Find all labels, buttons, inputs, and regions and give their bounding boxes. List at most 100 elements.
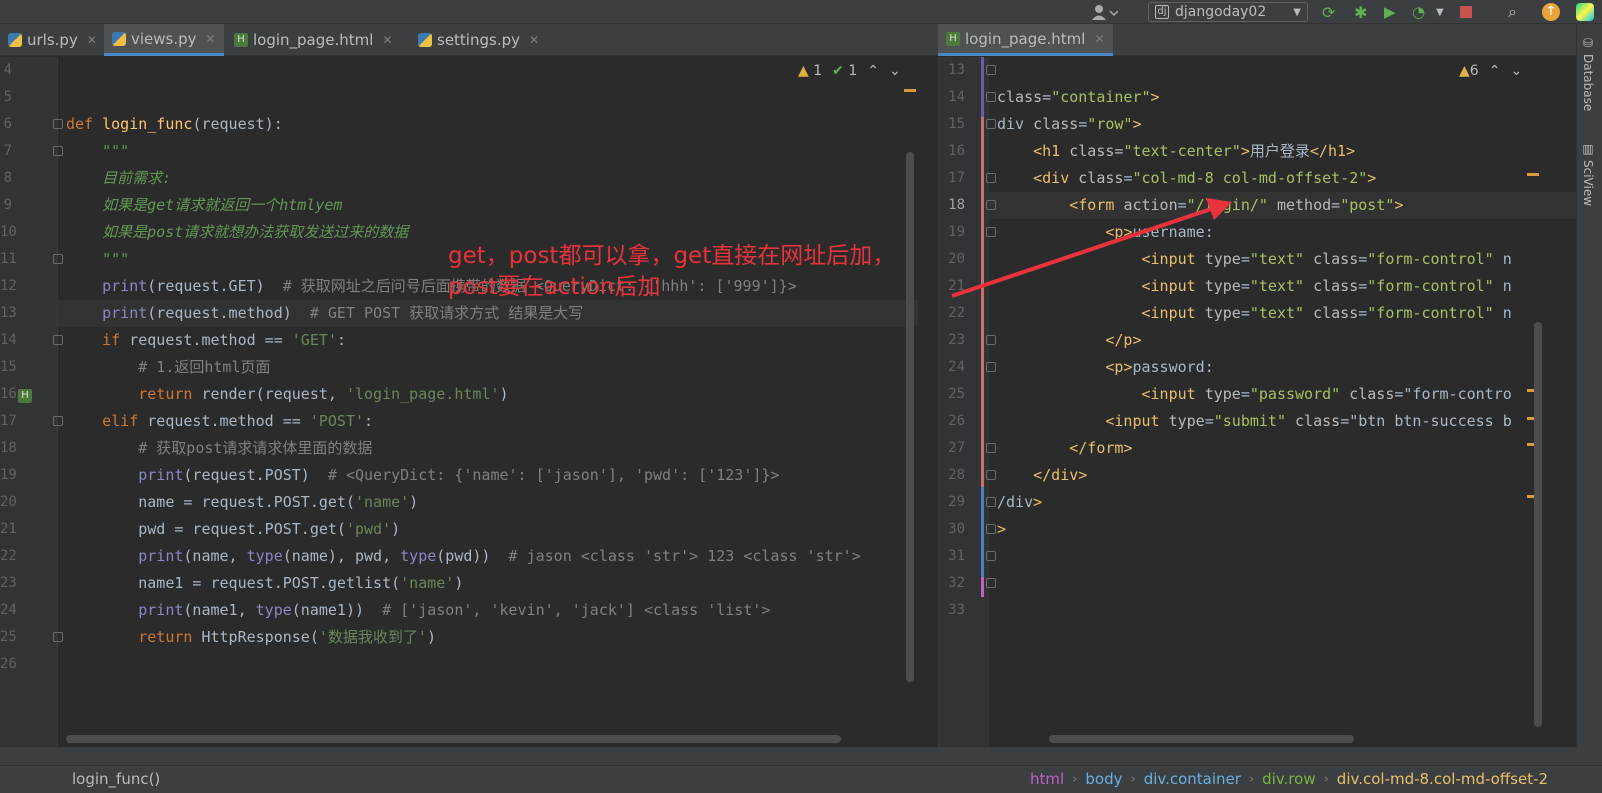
code-line[interactable]: name = request.POST.get('name') bbox=[66, 489, 418, 516]
inspection-widget[interactable]: ▲ 1 ✔ 1 ⌃ ⌄ bbox=[798, 63, 901, 79]
fold-marker[interactable] bbox=[986, 227, 996, 237]
fold-marker[interactable] bbox=[986, 443, 996, 453]
fold-marker[interactable] bbox=[53, 335, 63, 345]
fold-marker[interactable] bbox=[986, 497, 996, 507]
fold-marker[interactable] bbox=[986, 200, 996, 210]
code-line[interactable]: return render(request, 'login_page.html'… bbox=[66, 381, 508, 408]
code-line[interactable]: <input type="password" class="form-contr… bbox=[997, 381, 1512, 408]
function-breadcrumb[interactable]: login_func() bbox=[72, 770, 160, 788]
fold-marker[interactable] bbox=[986, 119, 996, 129]
code-line[interactable]: print(name1, type(name1)) # ['jason', 'k… bbox=[66, 597, 770, 624]
code-line[interactable]: /div> bbox=[997, 489, 1042, 516]
close-icon[interactable]: ✕ bbox=[382, 33, 392, 47]
code-line[interactable]: <input type="text" class="form-control" … bbox=[997, 273, 1512, 300]
fold-marker[interactable] bbox=[986, 362, 996, 372]
code-line[interactable]: <h1 class="text-center">用户登录</h1> bbox=[997, 138, 1355, 165]
run-config-selector[interactable]: dj djangoday02 ▼ bbox=[1148, 2, 1308, 22]
line-number: 16 bbox=[948, 143, 965, 159]
code-line[interactable]: print(name, type(name), pwd, type(pwd)) … bbox=[66, 543, 860, 570]
fold-marker[interactable] bbox=[986, 173, 996, 183]
chevron-up-icon[interactable]: ⌃ bbox=[867, 63, 879, 79]
fold-marker[interactable] bbox=[986, 524, 996, 534]
tab-login-page-html-right[interactable]: H login_page.html ✕ bbox=[938, 24, 1113, 56]
code-line[interactable]: print(request.POST) # <QueryDict: {'name… bbox=[66, 462, 779, 489]
code-line[interactable]: """ bbox=[66, 246, 129, 273]
code-line[interactable]: return HttpResponse('数据我收到了') bbox=[66, 624, 436, 651]
chevron-down-icon[interactable]: ⌄ bbox=[889, 63, 901, 79]
warning-stripe[interactable] bbox=[1527, 173, 1539, 176]
vertical-scrollbar[interactable] bbox=[906, 152, 914, 682]
fold-marker[interactable] bbox=[53, 416, 63, 426]
fold-marker[interactable] bbox=[986, 578, 996, 588]
code-line[interactable]: name1 = request.POST.getlist('name') bbox=[66, 570, 463, 597]
inspection-widget[interactable]: ▲6 ⌃ ⌄ bbox=[1459, 63, 1522, 79]
tab-urls-py[interactable]: urls.py ✕ bbox=[0, 24, 105, 56]
breadcrumb-item[interactable]: div.container bbox=[1144, 770, 1241, 788]
horizontal-scrollbar[interactable] bbox=[1049, 735, 1354, 743]
rerun-icon[interactable]: ⟳ bbox=[1322, 2, 1335, 22]
code-line[interactable]: 如果是get请求就返回一个htmlyem bbox=[66, 192, 342, 219]
profile-icon[interactable]: ◔ bbox=[1412, 2, 1425, 22]
code-line[interactable]: def login_func(request): bbox=[66, 111, 283, 138]
code-line[interactable]: # 获取post请求请求体里面的数据 bbox=[66, 435, 372, 462]
breadcrumb-item[interactable]: html bbox=[1030, 770, 1064, 788]
warning-stripe[interactable] bbox=[904, 89, 916, 92]
close-icon[interactable]: ✕ bbox=[529, 33, 539, 47]
code-line[interactable]: elif request.method == 'POST': bbox=[66, 408, 373, 435]
html-editor[interactable]: 13 14 class="container"> 15 div class="row">… bbox=[938, 57, 1576, 747]
code-line[interactable]: if request.method == 'GET': bbox=[66, 327, 346, 354]
user-icon[interactable] bbox=[1090, 2, 1118, 22]
sciview-tool-tab[interactable]: ▥ SciView bbox=[1581, 142, 1595, 206]
chevron-down-icon[interactable]: ⌄ bbox=[1510, 63, 1522, 79]
code-line[interactable]: class="container"> bbox=[997, 84, 1160, 111]
fold-marker[interactable] bbox=[53, 254, 63, 264]
code-line[interactable]: <input type="text" class="form-control" … bbox=[997, 300, 1512, 327]
code-line[interactable]: <input type="text" class="form-control" … bbox=[997, 246, 1512, 273]
fold-marker[interactable] bbox=[986, 551, 996, 561]
breadcrumb-item[interactable]: div.row bbox=[1262, 770, 1315, 788]
code-line[interactable]: <input type="submit" class="btn btn-succ… bbox=[997, 408, 1511, 435]
update-icon[interactable]: ↑ bbox=[1542, 2, 1560, 22]
tab-settings-py[interactable]: settings.py ✕ bbox=[410, 24, 547, 56]
more-run-chevron-icon[interactable]: ▼ bbox=[1436, 2, 1444, 22]
close-icon[interactable]: ✕ bbox=[87, 33, 97, 47]
tab-login-page-html[interactable]: H login_page.html ✕ bbox=[226, 24, 401, 56]
fold-marker[interactable] bbox=[986, 470, 996, 480]
fold-marker[interactable] bbox=[986, 335, 996, 345]
fold-marker[interactable] bbox=[53, 119, 63, 129]
code-line[interactable]: <div class="col-md-8 col-md-offset-2"> bbox=[997, 165, 1376, 192]
code-line[interactable]: > bbox=[997, 516, 1006, 543]
code-line[interactable]: pwd = request.POST.get('pwd') bbox=[66, 516, 400, 543]
database-tool-tab[interactable]: ⛁ Database bbox=[1581, 36, 1595, 111]
fold-marker[interactable] bbox=[53, 632, 63, 642]
code-line[interactable]: # 1.返回html页面 bbox=[66, 354, 270, 381]
code-line[interactable]: </div> bbox=[997, 462, 1087, 489]
debug-icon[interactable]: ✱ bbox=[1354, 2, 1367, 22]
search-icon[interactable]: ⌕ bbox=[1508, 2, 1517, 22]
code-line[interactable]: </p> bbox=[997, 327, 1141, 354]
html-file-run-icon[interactable]: H bbox=[18, 383, 32, 403]
coverage-icon[interactable]: ▶ bbox=[1384, 2, 1396, 22]
code-line[interactable]: <p>username: bbox=[997, 219, 1213, 246]
code-line[interactable]: print(request.method) # GET POST 获取请求方式 … bbox=[66, 300, 583, 327]
code-line[interactable]: div class="row"> bbox=[997, 111, 1142, 138]
breadcrumb-item[interactable]: div.col-md-8.col-md-offset-2 bbox=[1337, 770, 1548, 788]
breadcrumb-item[interactable]: body bbox=[1085, 770, 1122, 788]
fold-marker[interactable] bbox=[986, 92, 996, 102]
code-line[interactable]: <p>password: bbox=[997, 354, 1213, 381]
chevron-up-icon[interactable]: ⌃ bbox=[1489, 63, 1501, 79]
code-line[interactable]: 目前需求: bbox=[66, 165, 171, 192]
code-line[interactable]: <form action="/login/" method="post"> bbox=[997, 192, 1403, 219]
horizontal-scrollbar[interactable] bbox=[66, 735, 841, 743]
close-icon[interactable]: ✕ bbox=[1094, 32, 1104, 46]
close-icon[interactable]: ✕ bbox=[206, 32, 216, 46]
fold-marker[interactable] bbox=[53, 146, 63, 156]
fold-marker[interactable] bbox=[986, 65, 996, 75]
vertical-scrollbar[interactable] bbox=[1534, 322, 1542, 727]
python-editor[interactable]: 4 5 6 def login_func(request): 7 """ 8 目前需求: 9… bbox=[0, 57, 918, 747]
tab-views-py[interactable]: views.py ✕ bbox=[104, 24, 224, 56]
code-line[interactable]: """ bbox=[66, 138, 129, 165]
code-line[interactable]: </form> bbox=[997, 435, 1132, 462]
stop-icon[interactable] bbox=[1460, 2, 1472, 22]
code-line[interactable]: 如果是post请求就想办法获取发送过来的数据 bbox=[66, 219, 408, 246]
